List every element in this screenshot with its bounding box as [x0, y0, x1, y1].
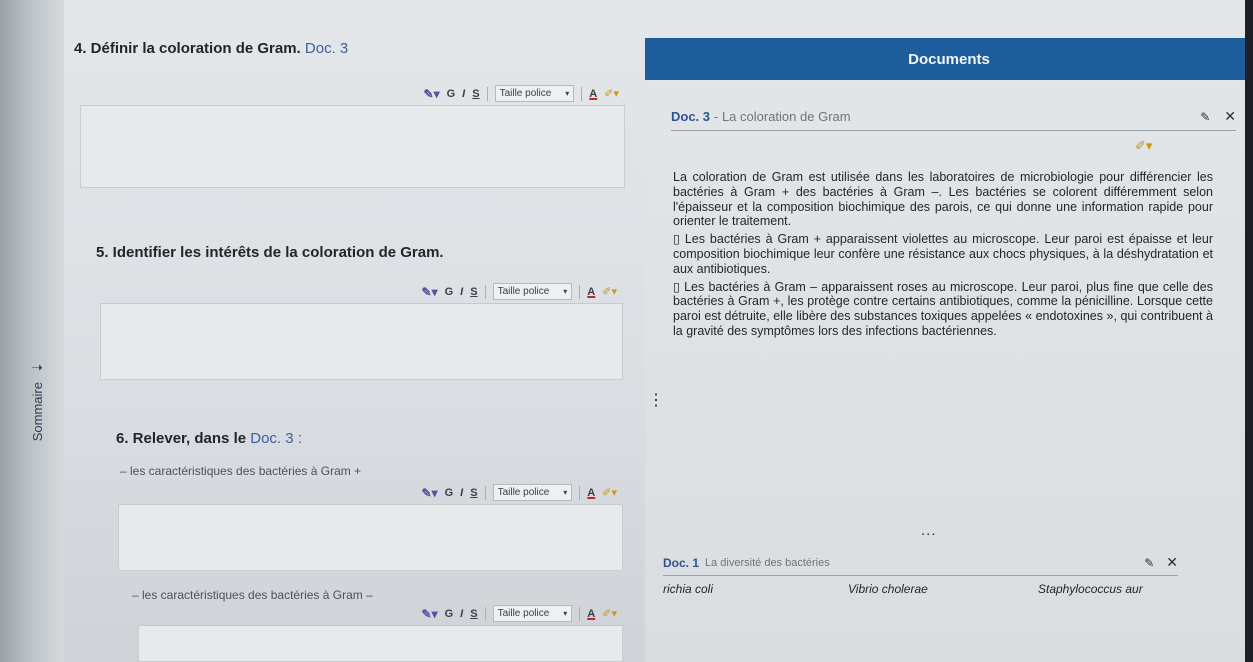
italic-button[interactable]: I: [460, 286, 463, 298]
more-ellipsis[interactable]: ...: [921, 522, 937, 539]
toolbar-divider: [484, 606, 486, 621]
clear-format-icon[interactable]: ✎▾: [422, 285, 438, 299]
toolbar-divider: [579, 485, 581, 500]
font-size-label: Taille police: [497, 286, 550, 297]
chevron-down-icon: ▾: [563, 488, 568, 497]
font-size-label: Taille police: [497, 608, 550, 619]
question-4-doc-link[interactable]: Doc. 3: [305, 40, 348, 57]
highlighter-icon[interactable]: ✐▾: [602, 285, 617, 298]
doc-1-number: Doc. 1: [663, 555, 700, 570]
screen-edge: [1245, 0, 1253, 662]
question-6: 6. Relever, dans le Doc. 3 :: [116, 430, 302, 447]
doc-1-bacteria-row: richia coli Vibrio cholerae Staphylococc…: [663, 582, 1183, 596]
editor-toolbar: ✎▾ G I S Taille police ▾ A ✐▾: [80, 82, 625, 106]
strike-button[interactable]: S: [470, 487, 477, 499]
editor-toolbar: ✎▾ G I S Taille police ▾ A ✐▾: [100, 280, 623, 304]
bold-button[interactable]: G: [445, 487, 454, 499]
edit-icon[interactable]: ✎: [1200, 110, 1210, 124]
italic-button[interactable]: I: [460, 608, 463, 620]
bacteria-name: Vibrio cholerae: [848, 582, 928, 596]
doc-3-title-row: Doc. 3 - La coloration de Gram ✎ ✕: [671, 108, 1236, 131]
text-color-button[interactable]: A: [589, 88, 597, 100]
strike-button[interactable]: S: [470, 608, 477, 620]
toolbar-divider: [484, 485, 486, 500]
kebab-menu-icon[interactable]: ⋮: [648, 390, 664, 410]
chevron-down-icon: ▾: [565, 89, 570, 98]
bold-button[interactable]: G: [445, 608, 454, 620]
arrow-right-icon: ➝: [31, 358, 43, 375]
question-6-sub-gram-positive: – les caractéristiques des bactéries à G…: [120, 464, 362, 478]
bacteria-name: Staphylococcus aur: [1038, 582, 1143, 596]
italic-button[interactable]: I: [462, 88, 465, 100]
answer-textarea[interactable]: [138, 626, 623, 662]
answer-textarea[interactable]: [118, 505, 623, 571]
question-5: 5. Identifier les intérêts de la colorat…: [96, 244, 444, 261]
highlighter-icon[interactable]: ✐▾: [602, 486, 617, 499]
text-color-button[interactable]: A: [587, 487, 595, 499]
toolbar-divider: [579, 606, 581, 621]
documents-header: Documents: [645, 38, 1253, 80]
font-size-label: Taille police: [499, 88, 552, 99]
font-size-label: Taille police: [497, 487, 550, 498]
question-6-text: 6. Relever, dans le: [116, 430, 247, 447]
bold-button[interactable]: G: [445, 286, 454, 298]
bacteria-name: richia coli: [663, 582, 714, 596]
highlighter-icon[interactable]: ✐▾: [604, 87, 619, 100]
answer-textarea[interactable]: [80, 106, 625, 188]
question-6-doc-link[interactable]: Doc. 3 :: [250, 430, 302, 447]
documents-panel: Documents Doc. 3 - La coloration de Gram…: [645, 38, 1253, 662]
doc-1-subtitle: La diversité des bactéries: [705, 556, 830, 569]
answer-editor-6a: ✎▾ G I S Taille police ▾ A ✐▾: [118, 481, 623, 571]
question-5-text: 5. Identifier les intérêts de la colorat…: [96, 244, 444, 261]
highlighter-icon[interactable]: ✐▾: [1135, 138, 1152, 154]
editor-toolbar: ✎▾ G I S Taille police ▾ A ✐▾: [118, 481, 623, 505]
toolbar-divider: [484, 284, 486, 299]
documents-title: Documents: [908, 50, 990, 68]
doc-3-paragraph: ▯ Les bactéries à Gram – apparaissent ro…: [673, 279, 1213, 338]
edit-icon[interactable]: ✎: [1144, 556, 1154, 570]
toolbar-divider: [579, 284, 581, 299]
font-size-select[interactable]: Taille police ▾: [494, 85, 575, 102]
font-size-select[interactable]: Taille police ▾: [492, 484, 573, 501]
doc-3-number: Doc. 3: [671, 109, 711, 124]
font-size-select[interactable]: Taille police ▾: [492, 605, 573, 622]
close-icon[interactable]: ✕: [1166, 554, 1178, 571]
strike-button[interactable]: S: [470, 286, 477, 298]
font-size-select[interactable]: Taille police ▾: [492, 283, 573, 300]
chevron-down-icon: ▾: [563, 287, 568, 296]
text-color-button[interactable]: A: [587, 286, 595, 298]
clear-format-icon[interactable]: ✎▾: [422, 486, 438, 500]
strike-button[interactable]: S: [472, 88, 479, 100]
toolbar-divider: [581, 86, 583, 101]
screen: ➝ Sommaire 4. Définir la coloration de G…: [0, 0, 1253, 662]
chevron-down-icon: ▾: [563, 609, 568, 618]
doc-3-paragraph: ▯ Les bactéries à Gram + apparaissent vi…: [673, 232, 1213, 276]
answer-textarea[interactable]: [100, 304, 623, 380]
toolbar-divider: [486, 86, 488, 101]
doc-3-subtitle: - La coloration de Gram: [714, 109, 851, 124]
doc-1-title-row: Doc. 1 La diversité des bactéries ✎ ✕: [663, 554, 1178, 576]
sommaire-label: Sommaire: [29, 381, 45, 442]
answer-editor-4: ✎▾ G I S Taille police ▾ A ✐▾: [80, 82, 625, 188]
answer-editor-6b: ✎▾ G I S Taille police ▾ A ✐▾: [138, 602, 623, 662]
highlighter-icon[interactable]: ✐▾: [602, 607, 617, 620]
answer-editor-5: ✎▾ G I S Taille police ▾ A ✐▾: [100, 280, 623, 380]
question-4-text: 4. Définir la coloration de Gram.: [74, 40, 301, 57]
clear-format-icon[interactable]: ✎▾: [422, 607, 438, 621]
italic-button[interactable]: I: [460, 487, 463, 499]
bold-button[interactable]: G: [447, 88, 456, 100]
clear-format-icon[interactable]: ✎▾: [424, 87, 440, 101]
editor-toolbar: ✎▾ G I S Taille police ▾ A ✐▾: [138, 602, 623, 626]
question-4: 4. Définir la coloration de Gram. Doc. 3: [74, 40, 348, 57]
text-color-button[interactable]: A: [587, 608, 595, 620]
close-icon[interactable]: ✕: [1224, 108, 1236, 125]
question-6-sub-gram-negative: – les caractéristiques des bactéries à G…: [132, 588, 373, 602]
doc-3-body: La coloration de Gram est utilisée dans …: [673, 170, 1213, 342]
doc-3-paragraph: La coloration de Gram est utilisée dans …: [673, 170, 1213, 229]
sommaire-tab[interactable]: ➝ Sommaire: [22, 340, 52, 460]
left-strip: [0, 0, 64, 662]
